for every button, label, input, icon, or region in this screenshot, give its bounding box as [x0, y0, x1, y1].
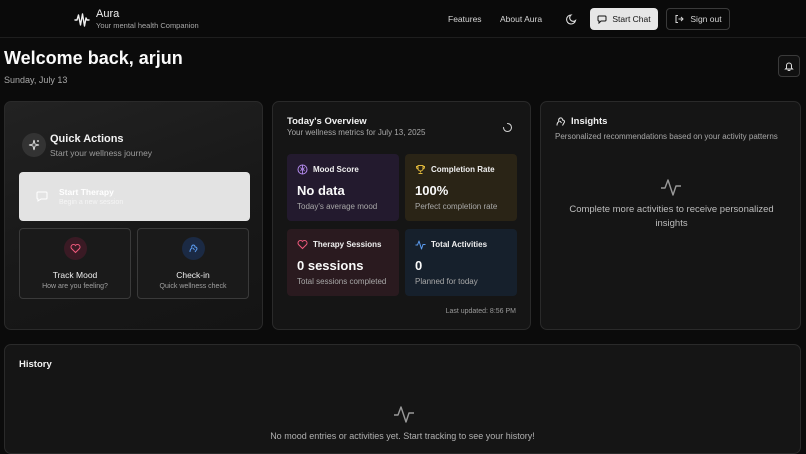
- total-activities-subtitle: Planned for today: [415, 277, 478, 286]
- check-in-title: Check-in: [176, 270, 210, 280]
- history-empty-message: No mood entries or activities yet. Start…: [270, 431, 535, 441]
- completion-rate-tile: Completion Rate 100% Perfect completion …: [405, 154, 517, 221]
- start-therapy-button[interactable]: Start Therapy Begin a new session: [19, 172, 250, 221]
- therapy-sessions-value: 0 sessions: [297, 258, 364, 273]
- history-title: History: [19, 359, 52, 370]
- check-in-button[interactable]: Check-in Quick wellness check: [137, 228, 249, 299]
- trophy-icon: [415, 164, 426, 175]
- start-therapy-title: Start Therapy: [59, 187, 114, 197]
- total-activities-tile: Total Activities 0 Planned for today: [405, 229, 517, 296]
- brand-tagline: Your mental health Companion: [96, 21, 199, 30]
- message-square-icon: [35, 189, 49, 203]
- quick-actions-subtitle: Start your wellness journey: [50, 148, 153, 158]
- bell-icon: [784, 61, 794, 71]
- welcome-heading: Welcome back, arjun: [4, 48, 183, 68]
- chat-bubble-icon: [597, 14, 607, 24]
- heart-icon: [64, 237, 87, 260]
- theme-toggle-moon-icon[interactable]: [566, 12, 579, 25]
- last-updated-text: Last updated: 8:56 PM: [445, 308, 516, 315]
- heart-icon: [297, 239, 308, 250]
- check-in-subtitle: Quick wellness check: [159, 283, 227, 290]
- quick-actions-card: Quick Actions Start your wellness journe…: [4, 101, 263, 330]
- activity-pulse-icon: [393, 403, 415, 425]
- mood-score-label: Mood Score: [313, 165, 359, 174]
- brain-icon: [182, 237, 205, 260]
- insights-title: Insights: [571, 116, 608, 127]
- top-navbar: Aura Your mental health Companion Featur…: [0, 0, 806, 38]
- completion-rate-label: Completion Rate: [431, 165, 495, 174]
- activity-pulse-icon: [660, 176, 682, 198]
- total-activities-label: Total Activities: [431, 240, 488, 249]
- refresh-spinner-icon[interactable]: [502, 122, 513, 133]
- brain-icon: [297, 164, 308, 175]
- brand[interactable]: Aura Your mental health Companion: [74, 8, 199, 31]
- mood-score-tile: Mood Score No data Today's average mood: [287, 154, 399, 221]
- completion-rate-subtitle: Perfect completion rate: [415, 202, 498, 211]
- insights-subtitle: Personalized recommendations based on yo…: [555, 132, 778, 141]
- quick-actions-title: Quick Actions: [50, 133, 124, 145]
- sign-out-button[interactable]: Sign out: [666, 8, 730, 30]
- insights-empty-message: Complete more activities to receive pers…: [569, 204, 774, 229]
- mood-score-subtitle: Today's average mood: [297, 202, 378, 211]
- waveform-logo-icon: [74, 12, 90, 28]
- total-activities-value: 0: [415, 258, 423, 273]
- todays-overview-card: Today's Overview Your wellness metrics f…: [272, 101, 531, 330]
- nav-features-link[interactable]: Features: [448, 14, 482, 24]
- brain-icon: [555, 116, 566, 127]
- activity-icon: [415, 239, 426, 250]
- current-date: Sunday, July 13: [4, 75, 68, 85]
- completion-rate-value: 100%: [415, 183, 449, 198]
- notifications-button[interactable]: [778, 55, 800, 77]
- track-mood-button[interactable]: Track Mood How are you feeling?: [19, 228, 131, 299]
- mood-score-value: No data: [297, 183, 345, 198]
- history-card: History No mood entries or activities ye…: [4, 344, 801, 454]
- start-chat-label: Start Chat: [612, 14, 651, 24]
- nav-about-link[interactable]: About Aura: [500, 14, 542, 24]
- therapy-sessions-subtitle: Total sessions completed: [297, 277, 387, 286]
- start-therapy-subtitle: Begin a new session: [59, 199, 124, 206]
- sign-out-label: Sign out: [690, 14, 722, 24]
- track-mood-title: Track Mood: [52, 270, 98, 280]
- track-mood-subtitle: How are you feeling?: [42, 283, 108, 290]
- therapy-sessions-label: Therapy Sessions: [313, 240, 382, 249]
- sparkles-icon: [22, 133, 46, 157]
- start-chat-button[interactable]: Start Chat: [590, 8, 658, 30]
- overview-subtitle: Your wellness metrics for July 13, 2025: [287, 128, 426, 137]
- insights-card: Insights Personalized recommendations ba…: [540, 101, 801, 330]
- logout-icon: [674, 14, 685, 24]
- overview-title: Today's Overview: [287, 116, 367, 127]
- brand-name: Aura: [96, 8, 120, 20]
- therapy-sessions-tile: Therapy Sessions 0 sessions Total sessio…: [287, 229, 399, 296]
